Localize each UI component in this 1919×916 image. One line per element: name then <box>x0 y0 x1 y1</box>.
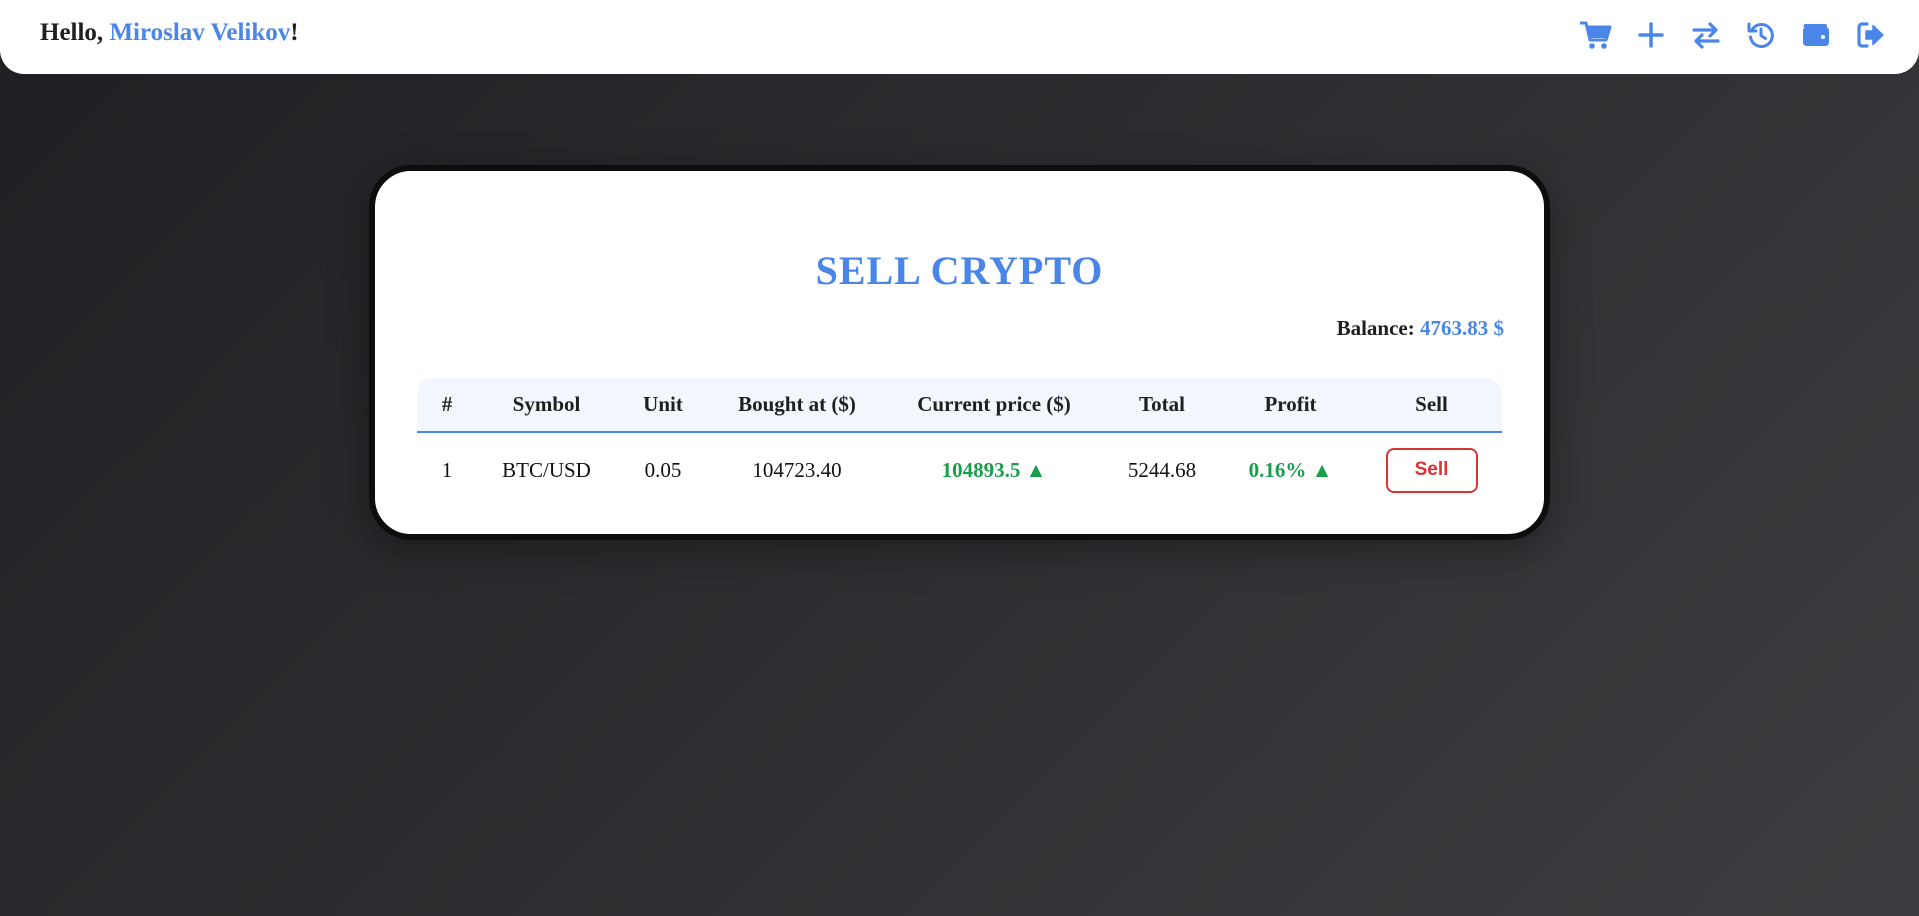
row-profit: 0.16% ▲ <box>1248 457 1333 482</box>
row-total: 5244.68 <box>1127 457 1197 482</box>
user-name: Miroslav Velikov <box>109 19 291 46</box>
balance-value: 4763.83 $ <box>1420 316 1504 340</box>
row-current-price: 104893.5 ▲ <box>941 457 1047 482</box>
greeting-suffix: ! <box>290 19 299 46</box>
column-header-sell: Sell <box>1361 378 1502 433</box>
greeting-prefix: Hello, <box>40 19 110 46</box>
row-bought-at: 104723.40 <box>752 457 842 482</box>
table-header-row: # Symbol Unit Bought at ($) Current pric… <box>417 378 1502 433</box>
column-header-unit: Unit <box>616 378 710 433</box>
history-icon[interactable] <box>1743 17 1779 53</box>
top-navbar: Hello, Miroslav Velikov! <box>0 0 1919 74</box>
column-header-profit: Profit <box>1220 378 1361 433</box>
exchange-icon[interactable] <box>1688 17 1724 53</box>
wallet-icon[interactable] <box>1798 17 1834 53</box>
cart-icon[interactable] <box>1578 17 1614 53</box>
greeting: Hello, Miroslav Velikov! <box>40 19 299 47</box>
column-header-total: Total <box>1104 378 1220 433</box>
balance: Balance: 4763.83 $ <box>1337 316 1504 341</box>
column-header-current-price: Current price ($) <box>884 378 1104 433</box>
holdings-table: # Symbol Unit Bought at ($) Current pric… <box>417 378 1502 507</box>
row-unit: 0.05 <box>644 457 682 482</box>
row-index: 1 <box>441 457 453 482</box>
row-symbol: BTC/USD <box>502 457 591 482</box>
nav-icons <box>1559 17 1889 53</box>
column-header-symbol: Symbol <box>477 378 616 433</box>
balance-label: Balance: <box>1336 316 1420 340</box>
table-row: 1 BTC/USD 0.05 104723.40 104893.5 ▲ 5244… <box>417 432 1502 507</box>
holdings-table-wrap: # Symbol Unit Bought at ($) Current pric… <box>417 378 1502 507</box>
column-header-index: # <box>417 378 477 433</box>
row-sell-cell: Sell <box>1361 432 1502 507</box>
logout-icon[interactable] <box>1853 17 1889 53</box>
plus-icon[interactable] <box>1633 17 1669 53</box>
page-title: SELL CRYPTO <box>815 248 1104 293</box>
sell-button[interactable]: Sell <box>1385 447 1478 493</box>
sell-crypto-card: SELL CRYPTO Balance: 4763.83 $ # Symbol … <box>369 165 1550 540</box>
column-header-bought-at: Bought at ($) <box>710 378 884 433</box>
